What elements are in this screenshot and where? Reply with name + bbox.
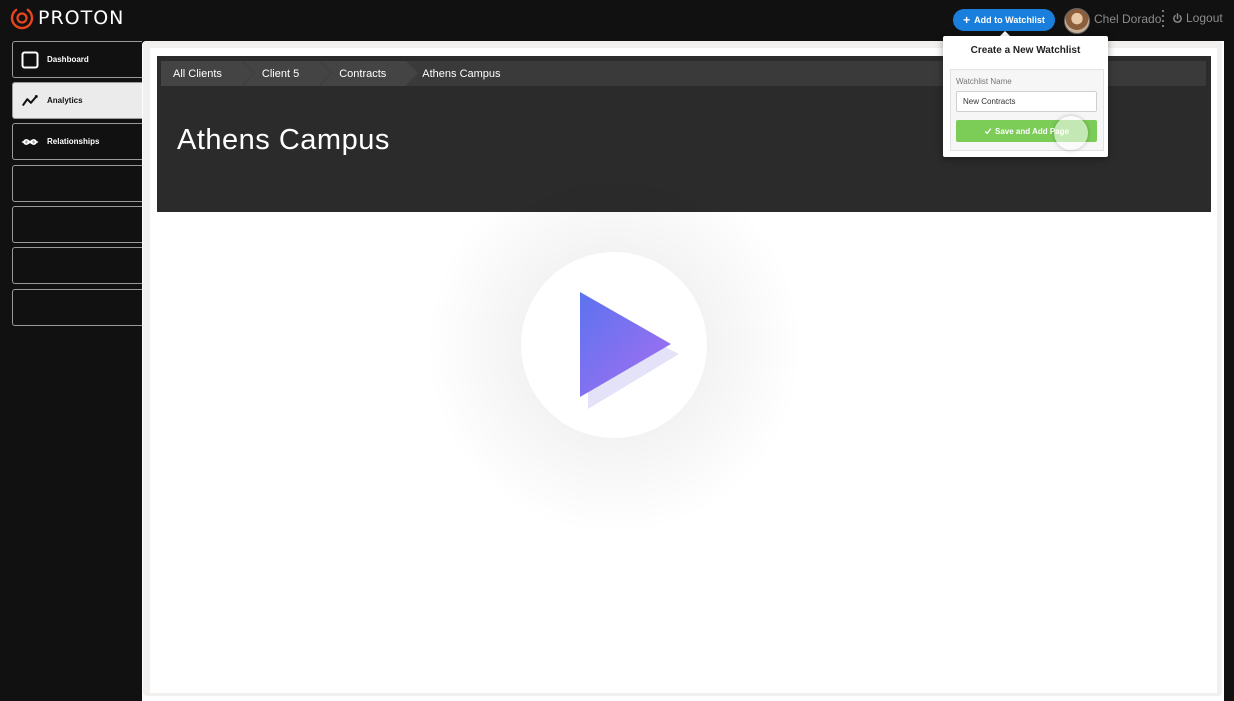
proton-logo-icon: [10, 6, 34, 30]
popover-title: Create a New Watchlist: [970, 45, 1081, 56]
breadcrumb-label: Athens Campus: [422, 67, 501, 80]
add-to-watchlist-label: Add to Watchlist: [974, 15, 1045, 25]
logout-link[interactable]: Logout: [1172, 11, 1223, 25]
watchlist-name-label: Watchlist Name: [956, 77, 1012, 86]
sidebar-item-empty-2[interactable]: [12, 206, 142, 243]
sidebar-item-empty-1[interactable]: [12, 165, 142, 202]
top-bar: PROTON + Add to Watchlist Chel Dorado Lo…: [0, 0, 1234, 38]
breadcrumb-label: Contracts: [339, 67, 387, 80]
dna-icon: [21, 133, 39, 151]
plus-icon: +: [963, 13, 971, 27]
trend-line-icon: [21, 92, 39, 110]
play-icon[interactable]: [575, 288, 685, 413]
sidebar-item-label: Analytics: [47, 96, 83, 105]
square-icon: [21, 51, 39, 69]
breadcrumb-item[interactable]: Contracts: [319, 61, 420, 86]
avatar[interactable]: [1064, 8, 1090, 34]
breadcrumb-item[interactable]: All Clients: [161, 61, 255, 86]
sidebar-item-analytics[interactable]: Analytics: [12, 82, 142, 119]
divider: [1162, 10, 1164, 28]
sidebar-item-relationships[interactable]: Relationships: [12, 123, 142, 160]
brand-name: PROTON: [38, 7, 125, 29]
page-title: Athens Campus: [177, 124, 390, 156]
sidebar-item-label: Dashboard: [47, 55, 89, 64]
sidebar-item-dashboard[interactable]: Dashboard: [12, 41, 142, 78]
sidebar-item-empty-4[interactable]: [12, 289, 142, 326]
user-name[interactable]: Chel Dorado: [1094, 12, 1161, 26]
logout-label: Logout: [1186, 11, 1223, 25]
breadcrumb-item-current: Athens Campus: [406, 61, 521, 86]
breadcrumb-label: All Clients: [173, 67, 222, 80]
sidebar-item-label: Relationships: [47, 137, 100, 146]
brand-logo[interactable]: PROTON: [10, 6, 124, 30]
watchlist-name-input[interactable]: [956, 91, 1097, 112]
cursor-indicator: [1054, 116, 1088, 150]
power-icon: [1173, 12, 1182, 23]
check-icon: [984, 128, 992, 135]
breadcrumb-label: Client 5: [261, 67, 300, 80]
add-to-watchlist-button[interactable]: + Add to Watchlist: [953, 9, 1055, 31]
sidebar-item-empty-3[interactable]: [12, 247, 142, 284]
